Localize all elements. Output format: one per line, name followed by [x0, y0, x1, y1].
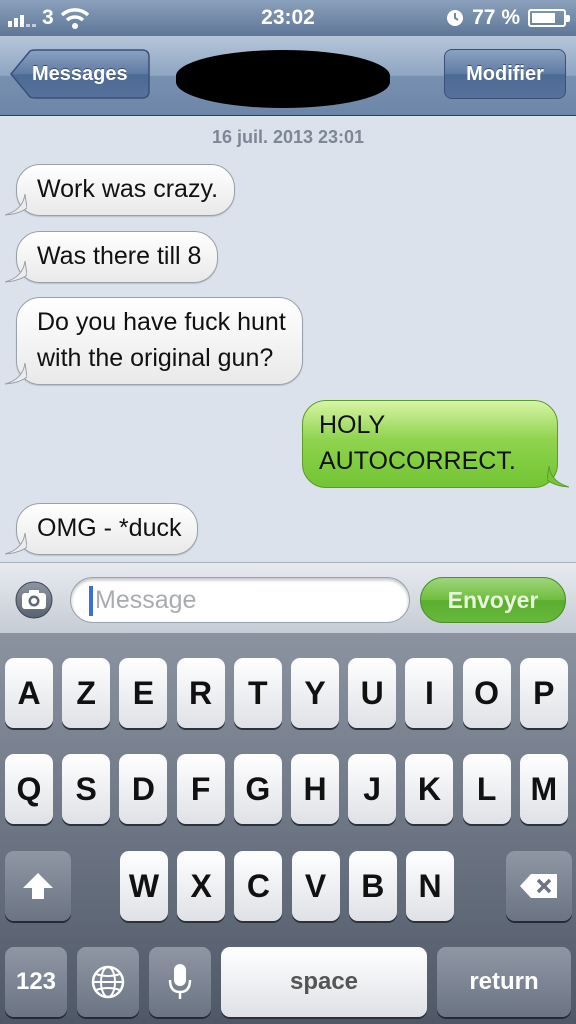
key-f[interactable]: F [176, 754, 225, 824]
key-b[interactable]: B [348, 851, 397, 921]
key-z[interactable]: Z [62, 658, 111, 728]
key-k[interactable]: K [405, 754, 454, 824]
text-cursor [89, 586, 93, 616]
key-w[interactable]: W [120, 851, 168, 921]
navigation-bar: Messages Modifier [0, 36, 576, 116]
message-text-line: with the original gun? [37, 344, 274, 372]
bubble-tail [5, 363, 27, 385]
key-m[interactable]: M [519, 754, 568, 824]
delete-icon [520, 874, 557, 898]
contact-name-redacted [176, 50, 390, 108]
message-input-bar: Message Envoyer [0, 562, 576, 634]
message-text-line: HOLY [319, 411, 386, 439]
key-u[interactable]: U [348, 658, 397, 728]
key-h[interactable]: H [291, 754, 339, 824]
message-bubble-incoming[interactable]: Was there till 8 [5, 231, 219, 283]
key-o[interactable]: O [462, 658, 511, 728]
key-l[interactable]: L [462, 754, 511, 824]
bubble-tail [5, 261, 27, 283]
bubble-tail [547, 466, 569, 488]
edit-button[interactable]: Modifier [444, 49, 566, 99]
message-input[interactable]: Message [70, 577, 410, 623]
conversation-timestamp: 16 juil. 2013 23:01 [211, 127, 365, 147]
key-i[interactable]: I [405, 658, 454, 728]
status-right: 77 % [446, 6, 570, 30]
key-j[interactable]: J [348, 754, 397, 824]
key-c[interactable]: C [234, 851, 283, 921]
globe-icon [91, 965, 125, 999]
send-button[interactable]: Envoyer [420, 577, 566, 623]
key-n[interactable]: N [406, 851, 454, 921]
globe-key[interactable] [77, 947, 139, 1017]
conversation: 16 juil. 2013 23:01 Work was crazy. Was … [0, 117, 576, 562]
shift-icon [23, 873, 53, 899]
battery-icon [528, 9, 570, 27]
shift-key[interactable] [5, 851, 71, 921]
delete-key[interactable] [506, 851, 572, 921]
key-y[interactable]: Y [291, 658, 339, 728]
space-key[interactable]: space [221, 947, 427, 1017]
key-t[interactable]: T [233, 658, 282, 728]
message-text-line: Do you have fuck hunt [37, 308, 286, 336]
message-text-line: AUTOCORRECT. [319, 447, 516, 475]
message-text: Was there till 8 [37, 242, 202, 270]
microphone-icon [168, 964, 192, 999]
keyboard: AZERTYUIOP QSDFGHJKLM WXCVBN 123 space r… [0, 634, 576, 1024]
message-bubble-outgoing[interactable]: HOLY AUTOCORRECT. [302, 400, 569, 488]
key-v[interactable]: V [291, 851, 340, 921]
bubble-tail [5, 194, 27, 216]
back-button-label: Messages [32, 63, 128, 85]
message-text: Work was crazy. [37, 175, 219, 203]
battery-percent: 77 % [472, 6, 520, 29]
key-d[interactable]: D [119, 754, 168, 824]
battery-level [532, 13, 556, 23]
return-key[interactable]: return [437, 947, 571, 1017]
dictation-key[interactable] [149, 947, 211, 1017]
message-bubble-incoming[interactable]: Work was crazy. [5, 164, 236, 216]
back-button[interactable]: Messages [10, 49, 150, 99]
message-bubble-incoming[interactable]: Do you have fuck hunt with the original … [5, 297, 303, 385]
key-a[interactable]: A [5, 658, 53, 728]
key-g[interactable]: G [233, 754, 282, 824]
rotation-lock-icon [447, 10, 464, 26]
camera-icon [15, 581, 53, 619]
key-s[interactable]: S [62, 754, 111, 824]
numbers-key[interactable]: 123 [5, 947, 67, 1017]
message-text: OMG - *duck [37, 514, 182, 542]
message-bubble-incoming[interactable]: OMG - *duck [5, 503, 199, 555]
key-r[interactable]: R [176, 658, 225, 728]
message-placeholder: Message [95, 586, 197, 614]
key-e[interactable]: E [119, 658, 168, 728]
bubble-tail [5, 533, 27, 555]
key-p[interactable]: P [519, 658, 568, 728]
key-q[interactable]: Q [5, 754, 53, 824]
camera-button[interactable] [10, 581, 58, 619]
key-x[interactable]: X [177, 851, 226, 921]
status-bar: 3 23:02 77 % [0, 0, 576, 36]
